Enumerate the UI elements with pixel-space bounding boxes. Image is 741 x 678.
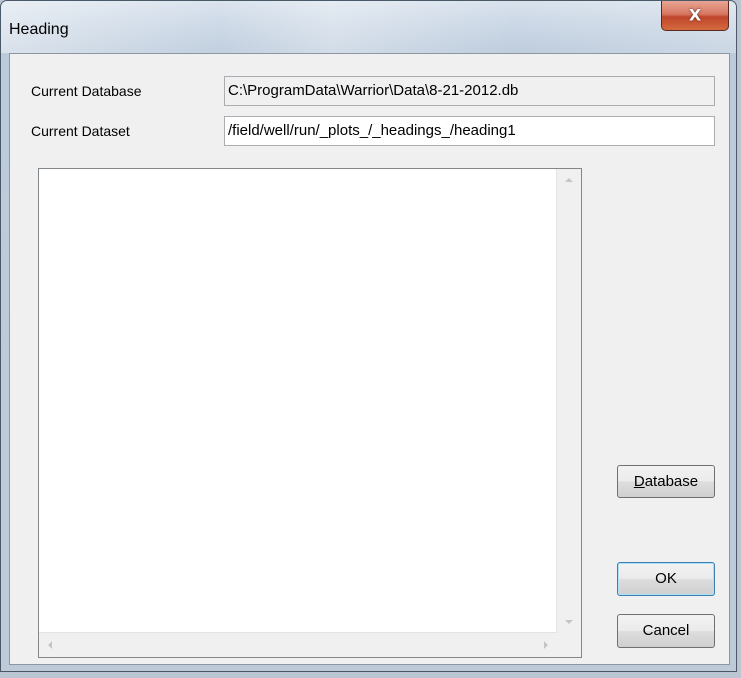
heading-dialog-window: Heading X Current Database C:\ProgramDat… (0, 0, 737, 672)
close-button[interactable]: X (661, 1, 729, 31)
database-button-label: atabase (644, 473, 699, 490)
scrollbar-corner (557, 633, 581, 657)
current-database-field: C:\ProgramData\Warrior\Data\8-21-2012.db (224, 76, 715, 106)
cancel-button[interactable]: Cancel (617, 614, 715, 648)
dialog-client-area: Current Database C:\ProgramData\Warrior\… (9, 53, 730, 665)
scroll-down-arrow-icon[interactable] (565, 620, 573, 624)
ok-button[interactable]: OK (617, 562, 715, 596)
database-button[interactable]: Database (617, 465, 715, 498)
vertical-scrollbar[interactable] (556, 169, 581, 633)
database-button-accelerator: D (633, 473, 645, 490)
current-dataset-field[interactable]: /field/well/run/_plots_/_headings_/headi… (224, 116, 715, 146)
title-bar[interactable]: Heading X (1, 1, 736, 53)
current-dataset-label: Current Dataset (31, 123, 130, 139)
heading-list-box[interactable] (38, 168, 582, 658)
close-icon: X (688, 5, 702, 25)
scroll-up-arrow-icon[interactable] (565, 178, 573, 182)
scroll-right-arrow-icon[interactable] (544, 641, 548, 649)
ok-button-label: OK (655, 570, 677, 587)
cancel-button-label: Cancel (642, 622, 690, 639)
window-title: Heading (9, 21, 69, 38)
horizontal-scrollbar[interactable] (39, 632, 557, 657)
current-database-label: Current Database (31, 83, 142, 99)
scroll-left-arrow-icon[interactable] (48, 641, 52, 649)
